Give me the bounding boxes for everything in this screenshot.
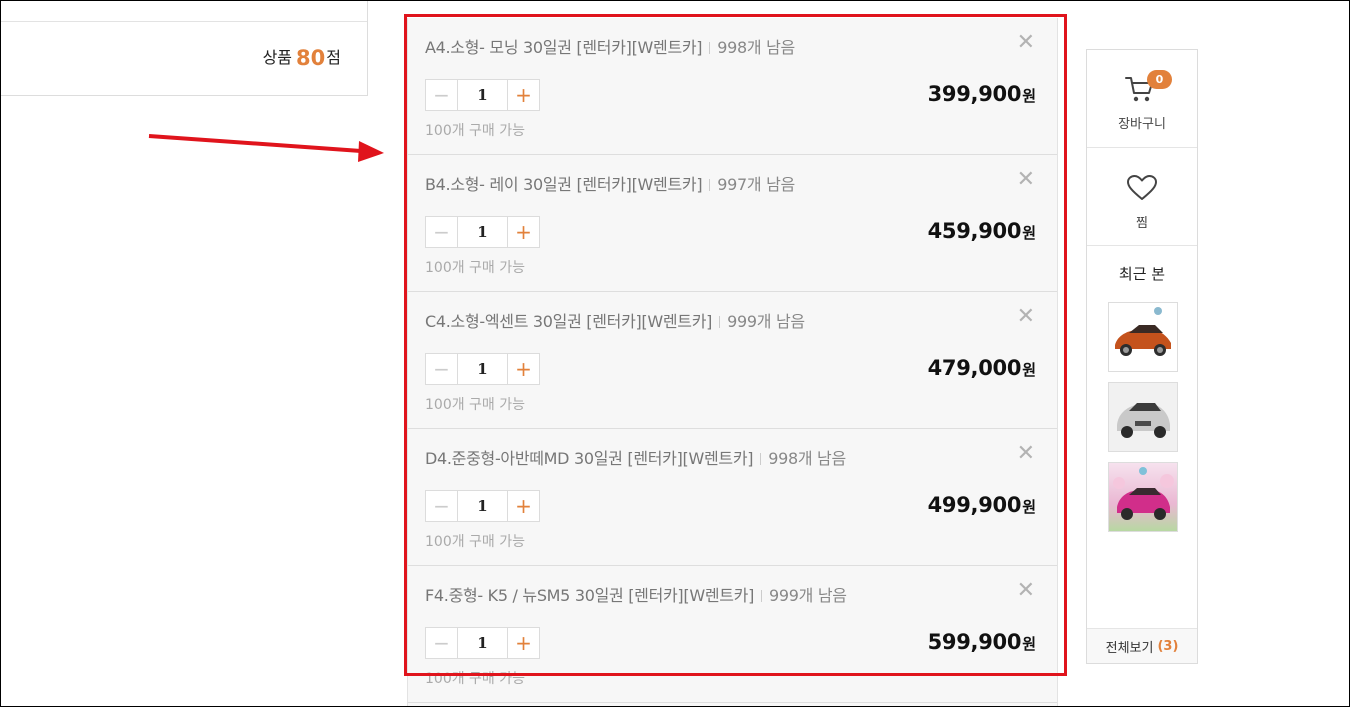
price-currency: 원: [1022, 498, 1036, 516]
divider: [761, 590, 763, 602]
product-count-value: 80: [296, 46, 326, 70]
close-icon[interactable]: ✕: [1017, 306, 1035, 328]
quantity-input[interactable]: 1: [458, 491, 507, 521]
plus-icon[interactable]: +: [507, 80, 539, 110]
plus-icon[interactable]: +: [507, 217, 539, 247]
option-name: D4.준중형-아반떼MD 30일권 [렌터카][W렌트카]: [425, 449, 754, 468]
quick-sidebar: 0 장바구니 찜 최근 본 전체보기 (3): [1086, 49, 1198, 664]
wishlist-button[interactable]: 찜: [1087, 148, 1197, 246]
minus-icon[interactable]: −: [426, 217, 458, 247]
option-price: 599,900원: [928, 630, 1036, 654]
quantity-stepper: − 1 +: [425, 79, 540, 111]
arrow-icon: [148, 134, 384, 162]
price-amount: 599,900: [927, 630, 1022, 654]
price-amount: 499,900: [927, 493, 1022, 517]
option-name: F4.중형- K5 / 뉴SM5 30일권 [렌터카][W렌트카]: [425, 586, 755, 605]
price-currency: 원: [1022, 224, 1036, 242]
cart-label: 장바구니: [1118, 117, 1166, 132]
price-currency: 원: [1022, 87, 1036, 105]
view-all-button[interactable]: 전체보기 (3): [1087, 628, 1197, 663]
option-stock: 999개 남음: [727, 312, 805, 331]
option-title: C4.소형-엑센트 30일권 [렌터카][W렌트카] 999개 남음: [425, 308, 805, 332]
minus-icon[interactable]: −: [426, 491, 458, 521]
recent-product-thumbnail[interactable]: [1108, 462, 1178, 532]
divider: [0, 21, 367, 22]
quantity-input[interactable]: 1: [458, 217, 507, 247]
option-item: F4.중형- K5 / 뉴SM5 30일권 [렌터카][W렌트카] 999개 남음…: [408, 566, 1057, 703]
purchase-limit: 100개 구매 가능: [425, 260, 526, 276]
selected-options-list: A4.소형- 모닝 30일권 [렌터카][W렌트카] 998개 남음 ✕ − 1 …: [407, 18, 1058, 707]
option-item: A4.소형- 모닝 30일권 [렌터카][W렌트카] 998개 남음 ✕ − 1 …: [408, 18, 1057, 155]
option-stock: 999개 남음: [769, 586, 847, 605]
quantity-input[interactable]: 1: [458, 354, 507, 384]
option-price: 499,900원: [928, 493, 1036, 517]
quantity-input[interactable]: 1: [458, 628, 507, 658]
option-title: B4.소형- 레이 30일권 [렌터카][W렌트카] 997개 남음: [425, 171, 795, 195]
product-count-label: 상품: [262, 48, 293, 67]
recent-product-thumbnail[interactable]: [1108, 382, 1178, 452]
price-amount: 399,900: [927, 82, 1022, 106]
product-summary: 상품 80점: [0, 0, 368, 96]
close-icon[interactable]: ✕: [1017, 580, 1035, 602]
product-count-unit: 점: [326, 48, 341, 67]
plus-icon[interactable]: +: [507, 354, 539, 384]
minus-icon[interactable]: −: [426, 80, 458, 110]
close-icon[interactable]: ✕: [1017, 169, 1035, 191]
close-icon[interactable]: ✕: [1017, 32, 1035, 54]
quantity-input[interactable]: 1: [458, 80, 507, 110]
wishlist-label: 찜: [1136, 216, 1148, 231]
purchase-limit: 100개 구매 가능: [425, 534, 526, 550]
option-price: 399,900원: [928, 82, 1036, 106]
option-title: A4.소형- 모닝 30일권 [렌터카][W렌트카] 998개 남음: [425, 34, 795, 58]
option-title: F4.중형- K5 / 뉴SM5 30일권 [렌터카][W렌트카] 999개 남음: [425, 582, 847, 606]
purchase-limit: 100개 구매 가능: [425, 123, 526, 139]
divider: [719, 316, 721, 328]
option-name: A4.소형- 모닝 30일권 [렌터카][W렌트카]: [425, 38, 703, 57]
cart-count-badge: 0: [1147, 70, 1172, 89]
car-image: [1113, 467, 1174, 520]
option-title: D4.준중형-아반떼MD 30일권 [렌터카][W렌트카] 998개 남음: [425, 445, 846, 469]
recent-viewed-title: 최근 본: [1118, 265, 1166, 283]
price-amount: 459,900: [927, 219, 1022, 243]
option-price: 459,900원: [928, 219, 1036, 243]
option-item: D4.준중형-아반떼MD 30일권 [렌터카][W렌트카] 998개 남음 ✕ −…: [408, 429, 1057, 566]
option-name: C4.소형-엑센트 30일권 [렌터카][W렌트카]: [425, 312, 713, 331]
car-image: [1109, 303, 1177, 371]
view-all-count: (3): [1157, 638, 1179, 654]
plus-icon[interactable]: +: [507, 491, 539, 521]
product-count: 상품 80점: [263, 44, 341, 70]
option-stock: 997개 남음: [717, 175, 795, 194]
option-stock: 998개 남음: [717, 38, 795, 57]
divider: [760, 453, 762, 465]
cart-button[interactable]: 0 장바구니: [1087, 50, 1197, 148]
option-item: C4.소형-엑센트 30일권 [렌터카][W렌트카] 999개 남음 ✕ − 1 …: [408, 292, 1057, 429]
minus-icon[interactable]: −: [426, 628, 458, 658]
quantity-stepper: − 1 +: [425, 353, 540, 385]
purchase-limit: 100개 구매 가능: [425, 671, 526, 687]
option-item: B4.소형- 레이 30일권 [렌터카][W렌트카] 997개 남음 ✕ − 1 …: [408, 155, 1057, 292]
divider: [709, 179, 711, 191]
view-all-label: 전체보기: [1105, 640, 1154, 656]
close-icon[interactable]: ✕: [1017, 443, 1035, 465]
quantity-stepper: − 1 +: [425, 490, 540, 522]
car-image: [1109, 383, 1177, 451]
price-amount: 479,000: [927, 356, 1022, 380]
price-currency: 원: [1022, 635, 1036, 653]
minus-icon[interactable]: −: [426, 354, 458, 384]
option-price: 479,000원: [928, 356, 1036, 380]
option-stock: 998개 남음: [768, 449, 846, 468]
quantity-stepper: − 1 +: [425, 627, 540, 659]
plus-icon[interactable]: +: [507, 628, 539, 658]
price-currency: 원: [1022, 361, 1036, 379]
recent-product-thumbnail[interactable]: [1108, 302, 1178, 372]
purchase-limit: 100개 구매 가능: [425, 397, 526, 413]
heart-icon: [1127, 175, 1157, 200]
option-name: B4.소형- 레이 30일권 [렌터카][W렌트카]: [425, 175, 703, 194]
divider: [709, 42, 711, 54]
quantity-stepper: − 1 +: [425, 216, 540, 248]
